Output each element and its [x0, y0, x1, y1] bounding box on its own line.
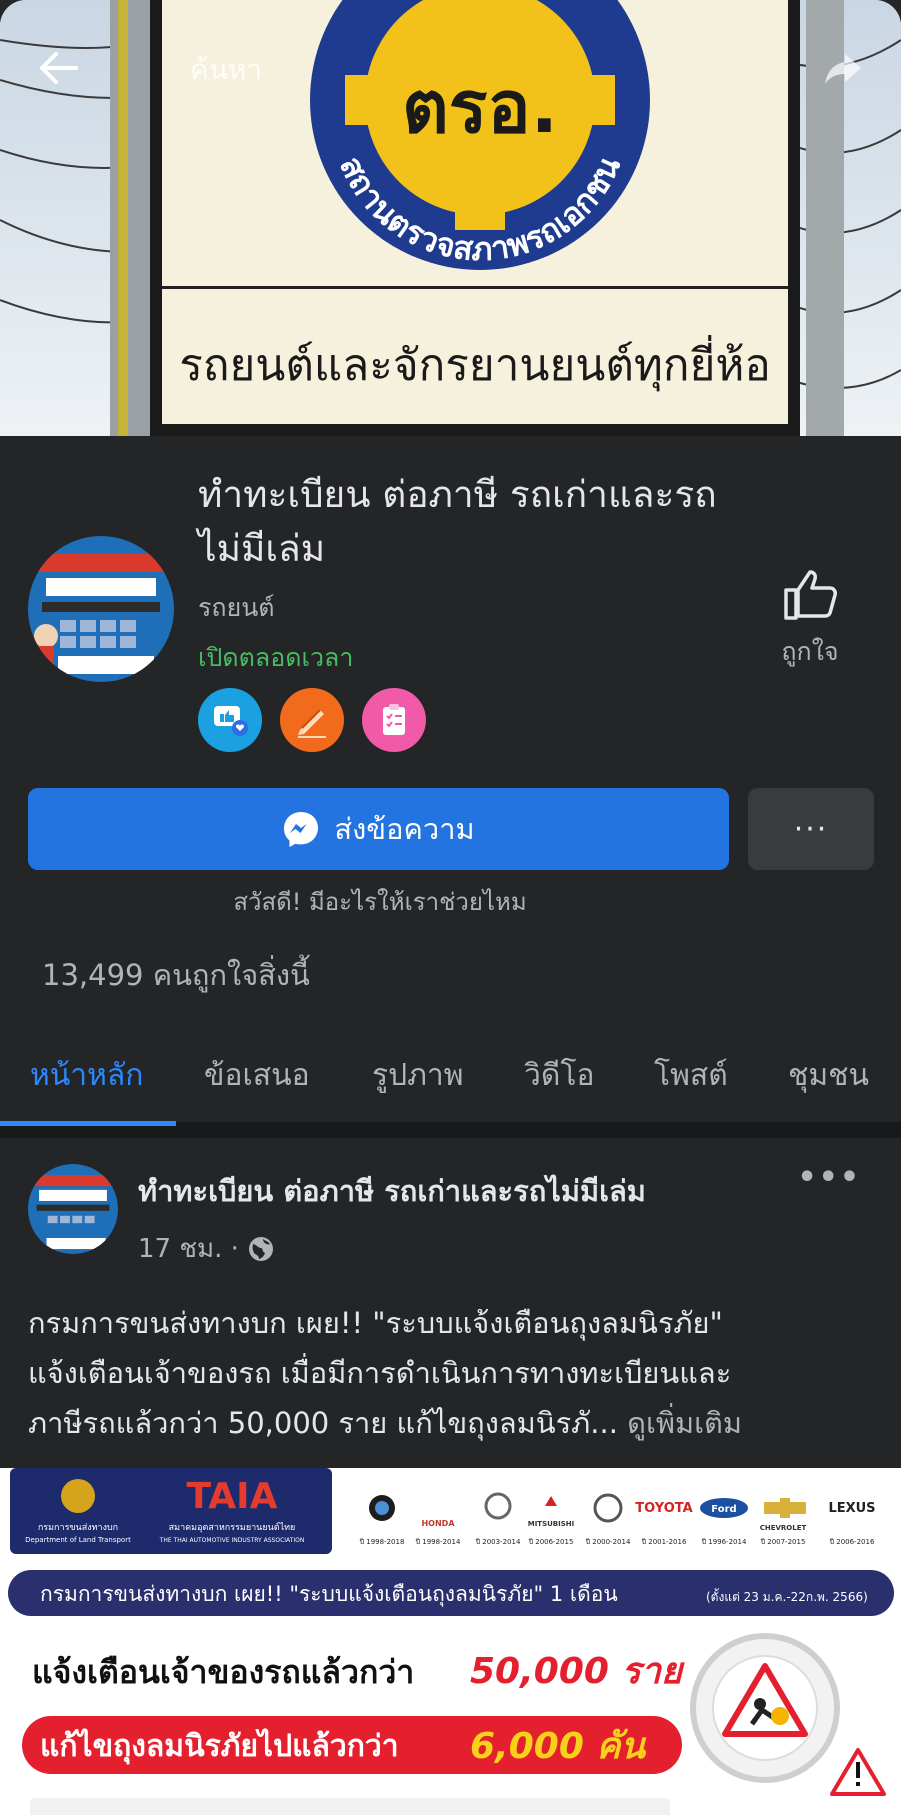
tab-offers[interactable]: ข้อเสนอ — [204, 1052, 310, 1099]
post-text-line-end: ภาษีรถแล้วกว่า 50,000 ราย แก้ไขถุงลมนิรภ… — [28, 1406, 618, 1440]
post-text: กรมการขนส่งทางบก เผย!! "ระบบแจ้งเตือนถุง… — [28, 1298, 878, 1448]
post-author[interactable]: ทำทะเบียน ต่อภาษี รถเก่าและรถไม่มีเล่ม — [138, 1168, 646, 1214]
send-message-button[interactable]: ส่งข้อความ — [28, 788, 729, 870]
brand-chevrolet: CHEVROLET — [760, 1524, 807, 1532]
brand-year: ปี 1998-2018 — [359, 1538, 404, 1546]
post-text-line: กรมการขนส่งทางบก เผย!! "ระบบแจ้งเตือนถุง… — [28, 1306, 723, 1340]
section-divider — [0, 1126, 901, 1138]
top-bar: ค้นหา — [0, 0, 901, 130]
post-meta: 17 ชม. · — [138, 1228, 275, 1269]
post-image[interactable]: กรมการขนส่งทางบก Department of Land Tran… — [0, 1468, 901, 1815]
checklist-badge[interactable] — [362, 688, 426, 752]
image-headline: กรมการขนส่งทางบก เผย!! "ระบบแจ้งเตือนถุง… — [40, 1582, 618, 1607]
tab-posts[interactable]: โพสต์ — [654, 1052, 728, 1099]
likes-count[interactable]: 13,499 คนถูกใจสิ่งนี้ — [42, 952, 310, 998]
share-icon — [825, 54, 861, 84]
page-avatar[interactable] — [28, 536, 174, 682]
stat2-prefix: แก้ไขถุงลมนิรภัยไปแล้วกว่า — [40, 1728, 399, 1765]
stat2-value: 6,000 คัน — [470, 1726, 646, 1767]
page-badges — [198, 688, 426, 752]
brand-ford: Ford — [711, 1504, 736, 1515]
post-text-line: แจ้งเตือนเจ้าของรถ เมื่อมีการดำเนินการทา… — [28, 1356, 732, 1390]
brand-lexus: LEXUS — [828, 1501, 875, 1516]
brand-toyota: TOYOTA — [635, 1501, 692, 1516]
thumb-heart-icon — [214, 706, 248, 736]
tab-community[interactable]: ชุมชน — [788, 1052, 869, 1099]
post-options-button[interactable]: ••• — [797, 1160, 861, 1195]
brand-year: ปี 1998-2014 — [415, 1538, 461, 1546]
tab-photos[interactable]: รูปภาพ — [372, 1052, 464, 1099]
taia-logo: TAIA — [187, 1476, 278, 1517]
share-button[interactable] — [815, 40, 871, 96]
brand-mitsubishi: MITSUBISHI — [528, 1520, 575, 1528]
post-author-avatar[interactable] — [28, 1164, 118, 1254]
like-page-button[interactable]: ถูกใจ — [760, 566, 860, 672]
stat1-prefix: แจ้งเตือนเจ้าของรถแล้วกว่า — [32, 1653, 414, 1691]
brand-honda: HONDA — [421, 1519, 455, 1528]
brand-year: ปี 2003-2014 — [475, 1538, 521, 1546]
page-name: ทำทะเบียน ต่อภาษี รถเก่าและรถไม่มีเล่ม — [198, 473, 717, 570]
tab-videos[interactable]: วิดีโอ — [524, 1052, 594, 1099]
messenger-icon — [284, 812, 319, 847]
brand-year: ปี 2007-2015 — [760, 1538, 805, 1546]
send-message-label: ส่งข้อความ — [334, 812, 475, 846]
brand-year: ปี 2006-2015 — [528, 1538, 573, 1546]
thumbs-up-icon — [784, 570, 837, 620]
arrow-left-icon — [40, 52, 78, 84]
post-time[interactable]: 17 ชม. · — [138, 1228, 239, 1269]
post-text-line: ภาษีรถแล้วกว่า 50,000 ราย แก้ไขถุงลมนิรภ… — [28, 1398, 878, 1448]
clipboard-icon — [383, 704, 405, 735]
like-label: ถูกใจ — [781, 637, 839, 666]
greeting-text: สวัสดี! มีอะไรให้เราช่วยไหม — [233, 888, 527, 916]
pencil-icon — [298, 709, 326, 738]
dlt-label-en: Department of Land Transport — [25, 1536, 131, 1544]
creator-badge[interactable] — [280, 688, 344, 752]
taia-label-en: THE THAI AUTOMOTIVE INDUSTRY ASSOCIATION — [159, 1537, 305, 1544]
open-status: เปิดตลอดเวลา — [198, 643, 354, 672]
brand-year: ปี 2001-2016 — [641, 1538, 687, 1546]
see-more-link[interactable]: ดูเพิ่มเติม — [627, 1406, 742, 1440]
taia-label-th: สมาคมอุตสาหกรรมยานยนต์ไทย — [169, 1521, 296, 1533]
sign-bottom-text: รถยนต์และจักรยานยนต์ทุกยี่ห้อ — [179, 334, 771, 392]
stat1-value: 50,000 ราย — [470, 1651, 685, 1692]
more-options-button[interactable]: ··· — [748, 788, 874, 870]
page-tabs: หน้าหลัก ข้อเสนอ รูปภาพ วิดีโอ โพสต์ ชุม… — [0, 1040, 901, 1126]
tab-home[interactable]: หน้าหลัก — [30, 1052, 143, 1099]
responsive-badge[interactable] — [198, 688, 262, 752]
globe-icon — [248, 1236, 273, 1261]
image-headline-period: (ตั้งแต่ 23 ม.ค.-22ก.พ. 2566) — [706, 1588, 868, 1604]
brand-year: ปี 2006-2016 — [829, 1538, 875, 1546]
back-button[interactable] — [30, 40, 86, 96]
brand-year: ปี 1996-2014 — [701, 1538, 747, 1546]
search-hint[interactable]: ค้นหา — [190, 48, 262, 92]
brand-year: ปี 2000-2014 — [585, 1538, 631, 1546]
dlt-label: กรมการขนส่งทางบก — [38, 1523, 118, 1533]
page-category[interactable]: รถยนต์ — [198, 588, 275, 628]
